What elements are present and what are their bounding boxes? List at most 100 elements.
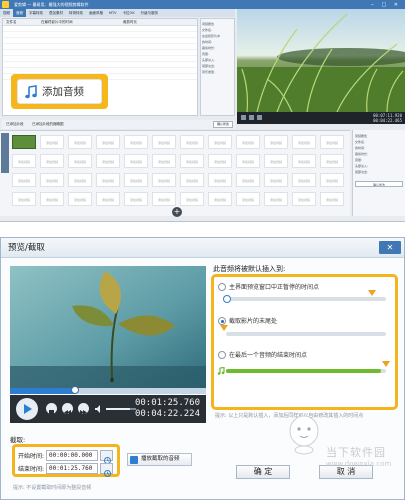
menu-subtitle[interactable]: 字幕特效 [26, 9, 46, 17]
confirm-edit-button[interactable]: 确认修改 [213, 121, 233, 128]
empty-clip-slot[interactable]: 添加视频 [292, 173, 316, 187]
empty-clip-slot[interactable]: 添加视频 [12, 154, 36, 168]
dialog-seekbar[interactable] [10, 386, 206, 394]
empty-clip-slot[interactable]: 添加视频 [40, 135, 64, 149]
empty-clip-slot[interactable]: 添加视频 [320, 192, 344, 206]
empty-clip-slot[interactable]: 添加视频 [180, 173, 204, 187]
option-track [223, 295, 386, 303]
empty-clip-slot[interactable]: 添加视频 [124, 173, 148, 187]
radio-last-audio-end[interactable] [218, 351, 226, 359]
start-time-field[interactable]: 00:00:00.000 [46, 450, 98, 461]
empty-clip-slot[interactable]: 添加视频 [68, 173, 92, 187]
editor-stop-icon[interactable] [249, 115, 254, 120]
empty-clip-slot[interactable]: 添加视频 [152, 192, 176, 206]
clip-props-panel: 音频属性 文件名: 的时间: 裁剪时长: 音量: 头部淡入: 尾部淡出: 确认修… [352, 130, 405, 216]
menu-audio[interactable]: 音频 [13, 9, 26, 17]
menu-upgrade[interactable]: 升级与服务 [138, 9, 162, 17]
empty-clip-slot[interactable]: 添加视频 [292, 135, 316, 149]
volume-icon[interactable] [94, 404, 104, 414]
empty-clip-slot[interactable]: 添加视频 [264, 135, 288, 149]
empty-clip-slot[interactable]: 添加视频 [96, 173, 120, 187]
empty-clip-slot[interactable]: 添加视频 [236, 173, 260, 187]
empty-clip-slot[interactable]: 添加视频 [40, 192, 64, 206]
preview-capture-dialog: 预览/截取 ✕ 00:01:25.760 00:04:22.224 此音频将被默… [0, 237, 405, 500]
insert-options-box: 主界面预览窗口中正暂停的时间点 截取影片的末尾处 在最后一个音频的结束时间点 [211, 274, 398, 410]
clip-timeline: 添加视频 添加视频 添加视频 添加视频 添加视频 添加视频 添加视频 添加视频 添加视频 添加视频… [0, 130, 350, 216]
play-button[interactable] [16, 398, 38, 420]
empty-clip-slot[interactable]: 添加视频 [68, 154, 92, 168]
dialog-close-button[interactable]: ✕ [379, 241, 401, 254]
empty-clip-slot[interactable]: 添加视频 [96, 192, 120, 206]
option-label: 在最后一个音频的结束时间点 [229, 352, 308, 359]
empty-clip-slot[interactable]: 添加视频 [40, 173, 64, 187]
thumbs-tab[interactable]: 已添加片段的缩略图 [32, 120, 64, 129]
added-clips-tab[interactable]: 已添加片段 [6, 120, 24, 129]
empty-clip-slot[interactable]: 添加视频 [12, 173, 36, 187]
add-clip-button[interactable]: + [172, 207, 182, 217]
empty-clip-slot[interactable]: 添加视频 [236, 135, 260, 149]
empty-clip-slot[interactable]: 添加视频 [180, 192, 204, 206]
empty-clip-slot[interactable]: 添加视频 [12, 192, 36, 206]
set-start-button[interactable] [100, 450, 113, 464]
empty-clip-slot[interactable]: 添加视频 [152, 173, 176, 187]
timeline-side-tab[interactable] [1, 133, 9, 173]
set-end-button[interactable] [100, 463, 113, 477]
empty-clip-slot[interactable]: 添加视频 [264, 173, 288, 187]
editor-play-icon[interactable] [241, 115, 246, 120]
empty-clip-slot[interactable]: 添加视频 [208, 135, 232, 149]
empty-clip-slot[interactable]: 添加视频 [96, 135, 120, 149]
rewind-button[interactable] [62, 403, 73, 415]
empty-clip-slot[interactable]: 添加视频 [152, 154, 176, 168]
ok-button[interactable]: 确 定 [236, 465, 290, 479]
menu-transition[interactable]: 转场特效 [66, 9, 86, 17]
forward-button[interactable] [78, 403, 89, 415]
empty-clip-slot[interactable]: 添加视频 [292, 154, 316, 168]
editor-prev-icon[interactable] [257, 115, 262, 120]
music-note-icon [25, 84, 37, 98]
rewind-icon [64, 410, 71, 415]
col-duration[interactable]: 裁剪时长 [123, 19, 137, 26]
radio-paused-point[interactable] [218, 283, 226, 291]
empty-clip-slot[interactable]: 添加视频 [320, 173, 344, 187]
empty-clip-slot[interactable]: 添加视频 [124, 135, 148, 149]
menu-video[interactable]: 视频 [0, 9, 13, 17]
empty-clip-slot[interactable]: 添加视频 [40, 154, 64, 168]
seek-handle[interactable] [70, 386, 79, 394]
volume-slider[interactable] [106, 408, 136, 410]
empty-clip-slot[interactable]: 添加视频 [264, 192, 288, 206]
current-time: 00:01:25.760 [134, 398, 200, 408]
empty-clip-slot[interactable]: 添加视频 [292, 192, 316, 206]
end-time-field[interactable]: 00:01:25.760 [46, 463, 98, 474]
col-time[interactable]: 在最终影片中的时间 [41, 19, 73, 26]
empty-clip-slot[interactable]: 添加视频 [68, 135, 92, 149]
empty-clip-slot[interactable]: 添加视频 [208, 192, 232, 206]
menu-style[interactable]: 画面风格 [86, 9, 106, 17]
radio-clip-end[interactable] [218, 317, 226, 325]
capture-label: 截取: [10, 436, 26, 444]
empty-clip-slot[interactable]: 添加视频 [320, 135, 344, 149]
empty-clip-slot[interactable]: 添加视频 [208, 173, 232, 187]
empty-clip-slot[interactable]: 添加视频 [180, 154, 204, 168]
empty-clip-slot[interactable]: 添加视频 [208, 154, 232, 168]
col-filename[interactable]: 文件名 [6, 19, 17, 26]
empty-clip-slot[interactable]: 添加视频 [236, 154, 260, 168]
empty-clip-slot[interactable]: 添加视频 [152, 135, 176, 149]
option-track-handle[interactable] [223, 295, 231, 303]
empty-clip-slot[interactable]: 添加视频 [124, 192, 148, 206]
empty-clip-slot[interactable]: 添加视频 [96, 154, 120, 168]
empty-clip-slot[interactable]: 添加视频 [124, 154, 148, 168]
watermark-url: www.downxia.com [326, 460, 392, 468]
menu-overlay[interactable]: 叠加素材 [46, 9, 66, 17]
add-audio-button[interactable]: 添加音频 [17, 79, 102, 104]
rp-confirm[interactable]: 确认修改 [355, 181, 403, 187]
menu-karaoke[interactable]: 卡拉OK [120, 9, 138, 17]
menu-mtv[interactable]: MTV [106, 9, 120, 17]
empty-clip-slot[interactable]: 添加视频 [320, 154, 344, 168]
empty-clip-slot[interactable]: 添加视频 [236, 192, 260, 206]
empty-clip-slot[interactable]: 添加视频 [180, 135, 204, 149]
play-captured-audio-button[interactable]: 播放截取的音频 [127, 453, 192, 466]
empty-clip-slot[interactable]: 添加视频 [264, 154, 288, 168]
clip-thumbnail[interactable] [12, 135, 36, 149]
empty-clip-slot[interactable]: 添加视频 [68, 192, 92, 206]
stop-button[interactable] [46, 403, 57, 415]
